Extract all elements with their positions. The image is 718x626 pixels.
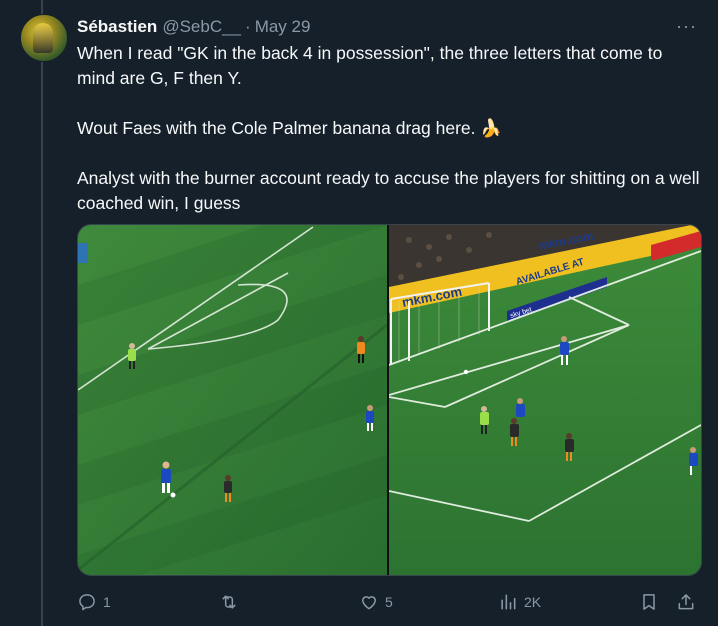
tweet-header: Sébastien @SebC__ · May 29 ··· [77, 16, 697, 38]
pitch-broadcast-image: mkm.com mkm.com AVAILABLE AT sky bet [389, 225, 701, 575]
retweet-icon [222, 595, 236, 609]
author-name[interactable]: Sébastien [77, 17, 157, 37]
bookmark-button[interactable] [639, 590, 659, 614]
like-button[interactable]: 5 [359, 590, 393, 614]
bookmark-icon [643, 594, 655, 610]
tweet-text: When I read "GK in the back 4 in possess… [77, 41, 705, 216]
reply-button[interactable]: 1 [77, 590, 111, 614]
tweet-date[interactable]: May 29 [255, 17, 311, 37]
author-handle[interactable]: @SebC__ [162, 17, 241, 37]
reply-count: 1 [103, 594, 111, 610]
media-image-right[interactable]: mkm.com mkm.com AVAILABLE AT sky bet [387, 225, 701, 575]
more-icon[interactable]: ··· [676, 16, 697, 37]
tweet-paragraph-1: When I read "GK in the back 4 in possess… [77, 43, 663, 88]
avatar[interactable] [20, 14, 68, 62]
tweet-media[interactable]: mkm.com mkm.com AVAILABLE AT sky bet [77, 224, 702, 576]
views-count: 2K [524, 594, 542, 610]
views-icon [501, 594, 516, 610]
share-button[interactable] [676, 590, 696, 614]
tweet-actions: 1 5 2K [77, 590, 699, 614]
thread-line [41, 0, 43, 626]
views-button[interactable]: 2K [498, 590, 541, 614]
pitch-aerial-image [78, 225, 387, 575]
retweet-button[interactable] [219, 590, 245, 614]
reply-icon [79, 594, 95, 611]
separator-dot: · [245, 17, 251, 36]
tweet-paragraph-2: Wout Faes with the Cole Palmer banana dr… [77, 118, 503, 138]
tweet-paragraph-3: Analyst with the burner account ready to… [77, 168, 700, 213]
share-icon [678, 594, 694, 610]
like-icon [362, 596, 376, 610]
media-image-left[interactable] [78, 225, 387, 575]
like-count: 5 [385, 594, 393, 610]
